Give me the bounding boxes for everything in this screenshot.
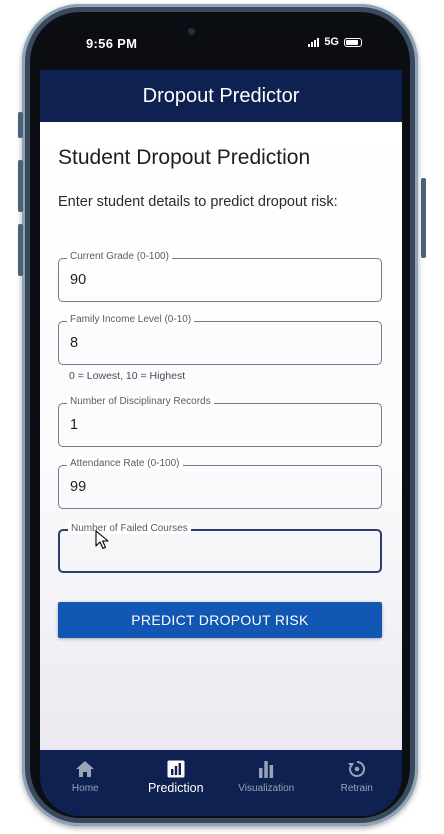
predict-dropout-risk-button[interactable]: PREDICT DROPOUT RISK (58, 602, 382, 638)
network-type: 5G (324, 36, 339, 48)
disciplinary-records-field[interactable]: Number of Disciplinary Records 1 (58, 396, 382, 447)
mouse-pointer-icon (95, 530, 109, 550)
attendance-rate-value: 99 (70, 479, 87, 495)
device-frame: 9:56 PM 5G Dropout Predictor Student Dro… (0, 0, 444, 834)
attendance-rate-label: Attendance Rate (0-100) (67, 458, 183, 469)
volume-up-button (18, 160, 23, 212)
family-income-label: Family Income Level (0-10) (67, 314, 195, 325)
nav-item-visualization[interactable]: Visualization (221, 750, 312, 816)
prediction-form: Student Dropout Prediction Enter student… (40, 122, 402, 750)
nav-item-prediction[interactable]: Prediction (131, 750, 222, 816)
nav-item-home[interactable]: Home (40, 750, 131, 816)
disciplinary-records-value: 1 (70, 417, 79, 433)
app-screen: 9:56 PM 5G Dropout Predictor Student Dro… (40, 20, 402, 816)
family-income-field[interactable]: Family Income Level (0-10) 8 (58, 314, 382, 365)
bar-chart-icon (259, 761, 274, 778)
nav-item-retrain[interactable]: Retrain (312, 750, 403, 816)
status-bar: 9:56 PM 5G (40, 20, 402, 70)
home-icon (76, 761, 95, 777)
attendance-rate-field[interactable]: Attendance Rate (0-100) 99 (58, 458, 382, 509)
family-income-value: 8 (70, 335, 79, 351)
status-indicators: 5G (308, 36, 362, 48)
nav-label-home: Home (71, 783, 99, 794)
battery-icon (344, 37, 362, 47)
app-title: Dropout Predictor (142, 84, 300, 107)
family-income-helper: 0 = Lowest, 10 = Highest (69, 370, 186, 382)
nav-label-visualization: Visualization (238, 783, 295, 794)
current-grade-field[interactable]: Current Grade (0-100) 90 (58, 251, 382, 302)
power-button (421, 178, 426, 258)
nav-label-prediction: Prediction (147, 781, 204, 795)
page-subtitle: Enter student details to predict dropout… (58, 194, 338, 210)
app-bar: Dropout Predictor (40, 70, 402, 122)
page-title: Student Dropout Prediction (58, 146, 311, 169)
failed-courses-label: Number of Failed Courses (68, 523, 191, 534)
current-grade-label: Current Grade (0-100) (67, 251, 172, 262)
front-camera (188, 28, 195, 35)
nav-label-retrain: Retrain (340, 783, 373, 794)
mute-switch (18, 112, 23, 138)
volume-down-button (18, 224, 23, 276)
retrain-icon (347, 760, 365, 777)
bottom-navigation: Home Prediction Visualization Retrain (40, 750, 402, 816)
prediction-icon (167, 760, 185, 778)
current-grade-value: 90 (70, 272, 87, 288)
disciplinary-records-label: Number of Disciplinary Records (67, 396, 214, 407)
signal-icon (308, 37, 320, 47)
status-time: 9:56 PM (86, 36, 138, 51)
